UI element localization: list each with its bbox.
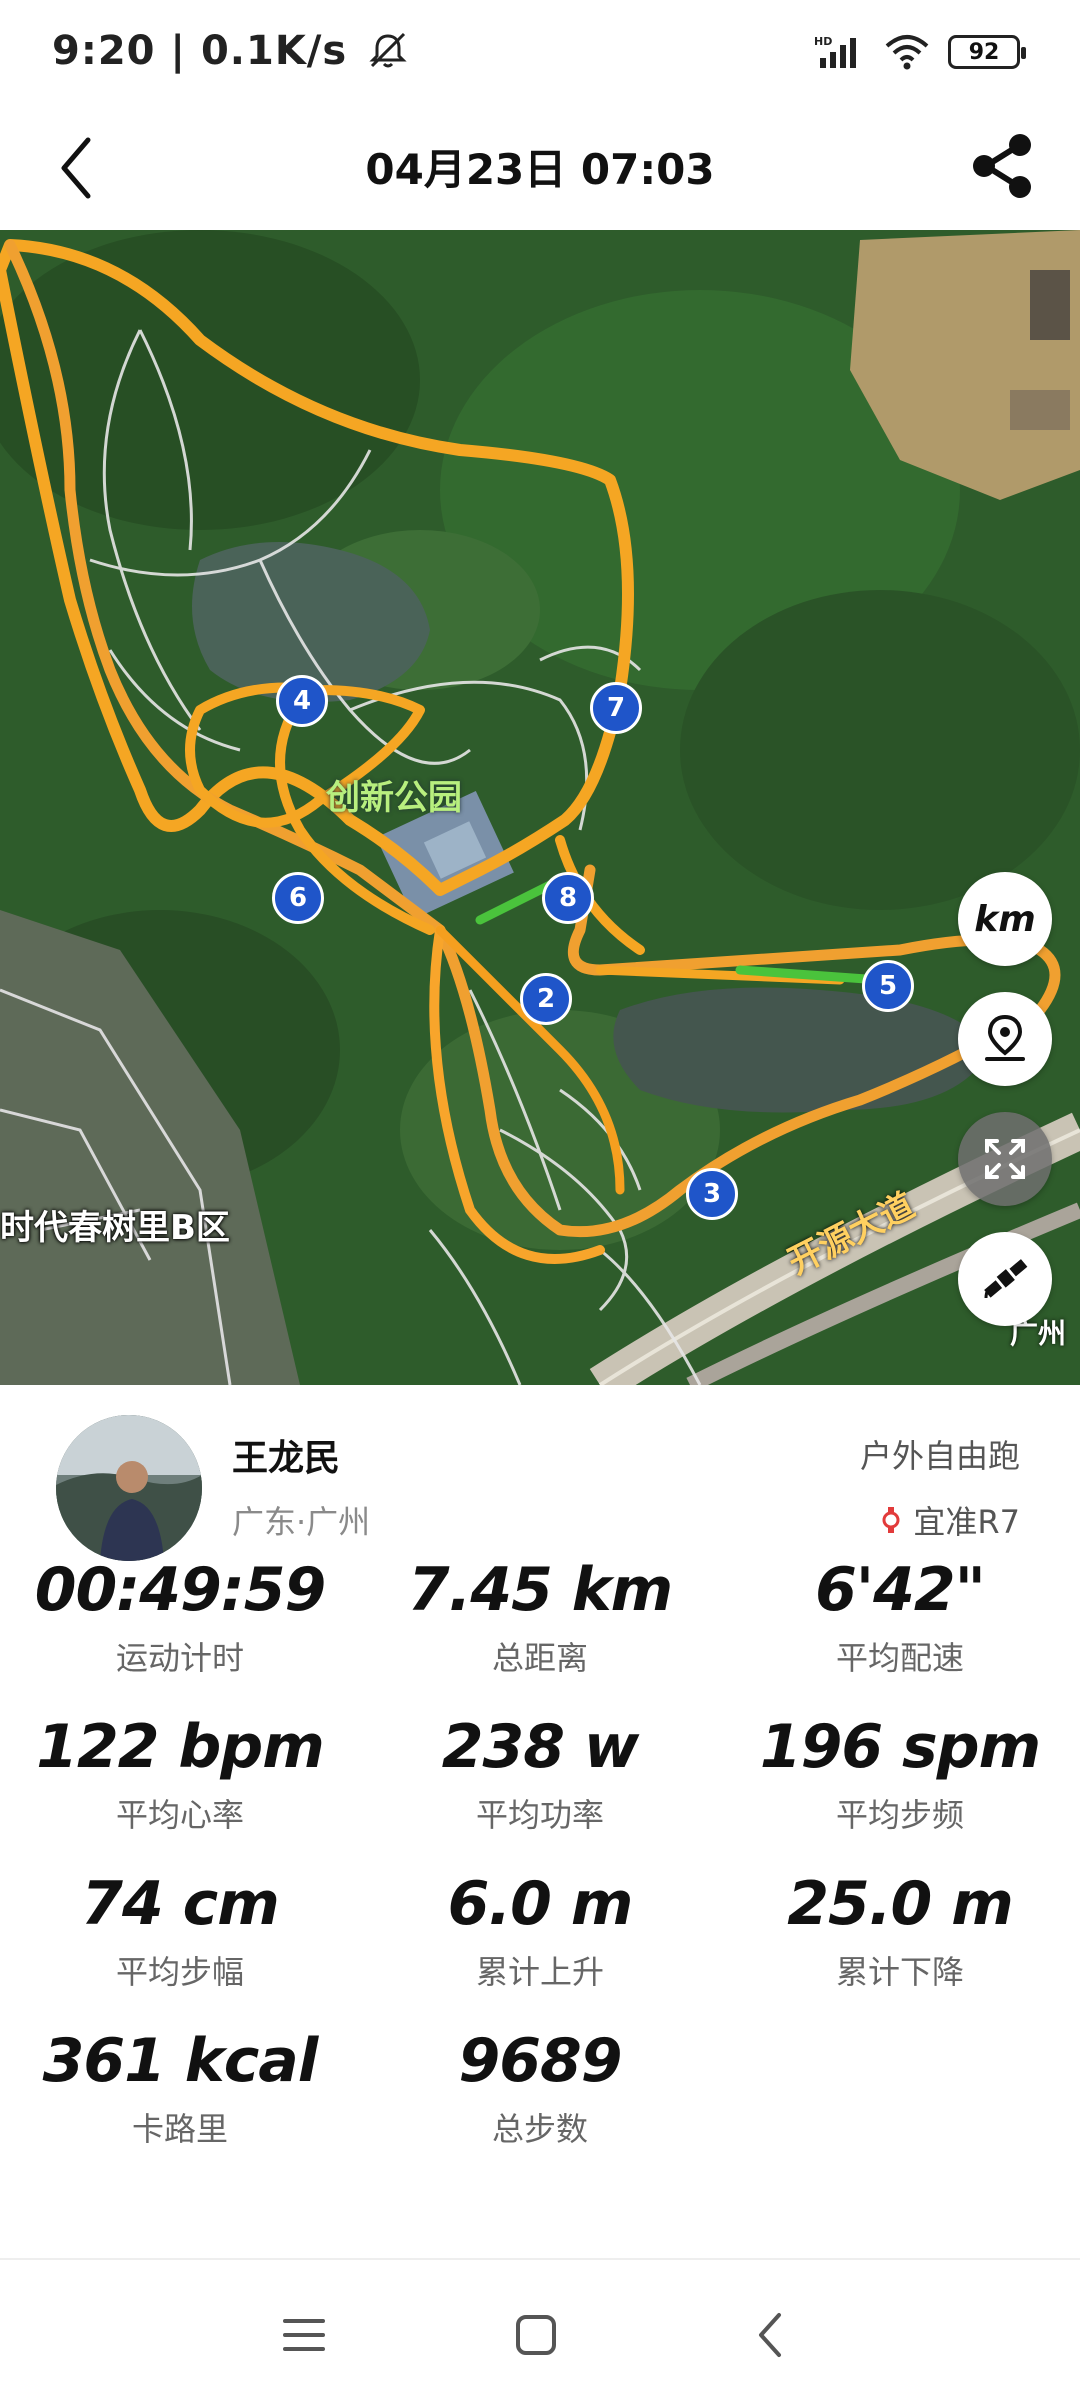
stat-duration: 00:49:59 运动计时: [0, 1555, 360, 1679]
park-label: 创新公园: [326, 778, 462, 818]
stat-value: 238 w: [441, 1712, 640, 1782]
stat-power: 238 w 平均功率: [360, 1712, 720, 1836]
stat-value: 6'42": [815, 1555, 986, 1625]
back-chevron-icon: [759, 2313, 781, 2357]
stat-label: 运动计时: [115, 1639, 244, 1677]
avatar[interactable]: [56, 1415, 202, 1561]
header: 04月23日 07:03: [0, 110, 1080, 230]
mute-icon: [369, 32, 407, 68]
stat-distance: 7.45 km 总距离: [360, 1555, 720, 1679]
page-title: 04月23日 07:03: [365, 145, 715, 194]
square-icon: [516, 2315, 556, 2355]
fullscreen-button[interactable]: [958, 1112, 1052, 1206]
stat-stride: 74 cm 平均步幅: [0, 1869, 360, 1993]
device-info: 宜准R7: [879, 1497, 1020, 1543]
avatar-photo: [56, 1415, 202, 1561]
stat-pace: 6'42" 平均配速: [720, 1555, 1080, 1679]
stat-value: 361 kcal: [42, 2026, 319, 2096]
status-time-text: 9:20 | 0.1K/s: [52, 28, 348, 74]
stat-label: 累计下降: [835, 1953, 964, 1991]
menu-icon: [283, 2319, 325, 2351]
stat-ascent: 6.0 m 累计上升: [360, 1869, 720, 1993]
svg-text:HD: HD: [814, 35, 832, 48]
device-name: 宜准R7: [913, 1503, 1020, 1541]
stat-value: 00:49:59: [34, 1555, 326, 1625]
stat-value: 74 cm: [81, 1869, 279, 1939]
stat-label: 累计上升: [475, 1953, 604, 1991]
stat-label: 平均功率: [475, 1796, 604, 1834]
km-marker-4[interactable]: 4: [276, 675, 328, 727]
battery-level: 92: [968, 39, 1000, 65]
stat-value: 25.0 m: [787, 1869, 1013, 1939]
unit-label: km: [974, 898, 1036, 940]
user-profile: 王龙民 广东·广州 户外自由跑 宜准R7: [0, 1385, 1080, 1561]
stat-descent: 25.0 m 累计下降: [720, 1869, 1080, 1993]
km-marker-8[interactable]: 8: [542, 872, 594, 924]
user-location: 广东·广州: [232, 1503, 371, 1541]
stat-label: 平均步幅: [115, 1953, 244, 1991]
signal-icon: HD: [814, 35, 856, 68]
nav-back-button[interactable]: [730, 2300, 810, 2370]
unit-toggle-button[interactable]: km: [958, 872, 1052, 966]
activity-type: 户外自由跑: [859, 1437, 1020, 1475]
stat-value: 196 spm: [759, 1712, 1041, 1782]
km-marker-5[interactable]: 5: [862, 960, 914, 1012]
watch-icon: [882, 1507, 900, 1533]
stat-value: 6.0 m: [447, 1869, 634, 1939]
stat-calories: 361 kcal 卡路里: [0, 2026, 360, 2150]
km-marker-2[interactable]: 2: [520, 973, 572, 1025]
stat-label: 平均心率: [115, 1796, 244, 1834]
stat-value: 9689: [458, 2026, 623, 2096]
km-marker-3[interactable]: 3: [686, 1168, 738, 1220]
stat-label: 总步数: [491, 2110, 588, 2148]
stat-label: 卡路里: [131, 2110, 228, 2148]
recents-button[interactable]: [264, 2300, 344, 2370]
stat-heart-rate: 122 bpm 平均心率: [0, 1712, 360, 1836]
location-button[interactable]: [958, 992, 1052, 1086]
stat-value: 7.45 km: [407, 1555, 673, 1625]
stat-label: 平均配速: [835, 1639, 964, 1677]
home-button[interactable]: [496, 2300, 576, 2370]
satellite-layer-button[interactable]: [958, 1232, 1052, 1326]
km-marker-7[interactable]: 7: [590, 682, 642, 734]
stat-value: 122 bpm: [36, 1712, 325, 1782]
stat-cadence: 196 spm 平均步频: [720, 1712, 1080, 1836]
battery-indicator: 92: [948, 35, 1026, 69]
user-name: 王龙民: [232, 1438, 341, 1479]
stat-label: 平均步频: [835, 1796, 964, 1834]
share-button[interactable]: [960, 124, 1044, 208]
status-icons: HD 92: [814, 34, 1026, 70]
system-nav-bar: [0, 2258, 1080, 2402]
route-map[interactable]: 创新公园 时代春树里B区 开源大道 广州 2 3 4 5 6 7 8 km: [0, 230, 1080, 1385]
stat-label: 总距离: [491, 1639, 588, 1677]
wifi-icon: [885, 35, 929, 70]
location-pin-icon: [985, 1014, 1025, 1061]
status-time: 9:20 | 0.1K/s: [52, 28, 410, 74]
stat-steps: 9689 总步数: [360, 2026, 720, 2150]
satellite-icon: [984, 1259, 1028, 1299]
km-marker-6[interactable]: 6: [272, 872, 324, 924]
expand-icon: [985, 1139, 1025, 1179]
district-label: 时代春树里B区: [0, 1208, 230, 1248]
status-bar: 9:20 | 0.1K/s HD 92: [0, 0, 1080, 110]
share-icon: [973, 134, 1031, 198]
